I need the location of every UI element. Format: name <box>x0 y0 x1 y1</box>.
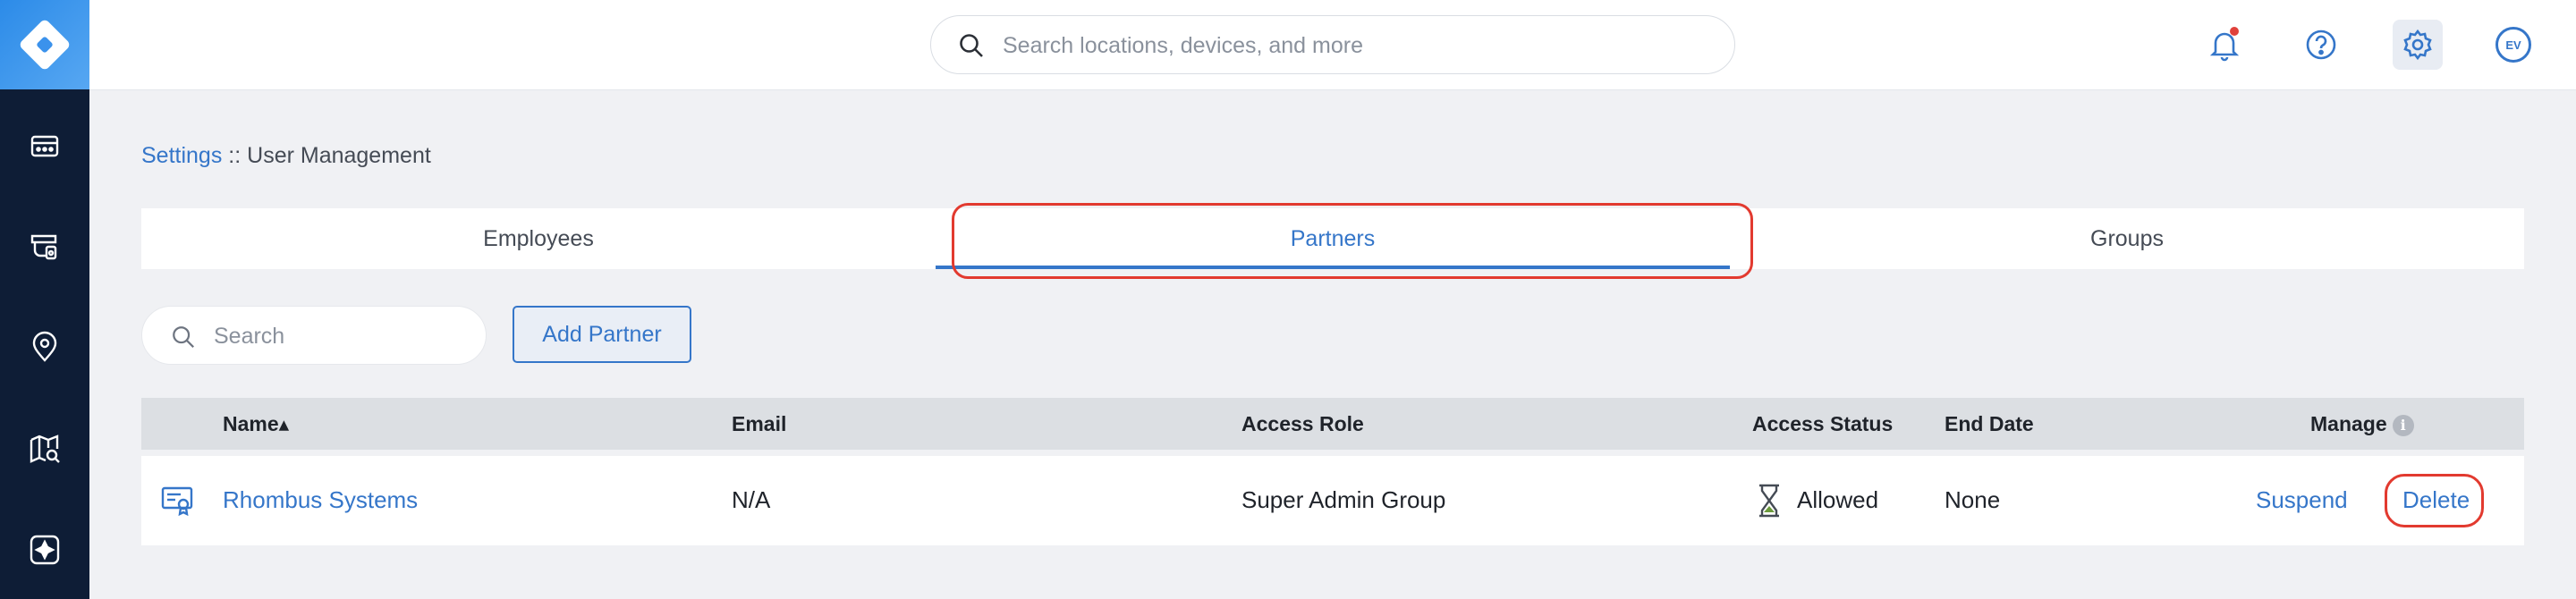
partner-search[interactable] <box>141 306 487 365</box>
column-header-access-status: Access Status <box>1752 412 1894 435</box>
sidebar-item-maps[interactable] <box>0 404 89 494</box>
help-button[interactable] <box>2296 20 2346 70</box>
camera-icon <box>30 234 57 260</box>
location-pin-icon <box>32 331 57 362</box>
sidebar <box>0 0 89 599</box>
column-header-email: Email <box>732 412 787 435</box>
rhombus-logo[interactable] <box>0 0 89 89</box>
hourglass-icon <box>1759 484 1779 518</box>
map-search-icon <box>30 434 60 463</box>
user-avatar[interactable]: EV <box>2496 27 2531 63</box>
delete-button[interactable]: Delete <box>2402 486 2470 514</box>
sidebar-item-locations[interactable] <box>0 303 89 392</box>
column-header-manage: Manage i <box>2310 412 2414 436</box>
tab-groups[interactable]: Groups <box>1730 208 2524 269</box>
logo-diamond-icon <box>18 18 72 72</box>
table-header: Name▴ Email Access Role Access Status En… <box>141 398 2524 450</box>
settings-button[interactable] <box>2393 20 2443 70</box>
sidebar-item-integrations[interactable] <box>0 505 89 595</box>
info-icon[interactable]: i <box>2392 414 2414 436</box>
breadcrumb-current: User Management <box>247 143 431 168</box>
user-management-tabs: Employees Partners Groups <box>141 208 2524 269</box>
devices-icon <box>30 135 59 157</box>
notification-dot <box>2230 27 2239 36</box>
column-header-access-role: Access Role <box>1241 412 1364 435</box>
global-search-input[interactable] <box>1003 29 1700 63</box>
search-icon <box>960 34 983 57</box>
partner-certificate-icon <box>161 486 193 517</box>
partner-search-input[interactable] <box>214 319 464 353</box>
suspend-button[interactable]: Suspend <box>2256 486 2348 514</box>
breadcrumb-separator: :: <box>222 143 248 168</box>
breadcrumb-settings-link[interactable]: Settings <box>141 143 222 168</box>
top-bar: EV <box>89 0 2576 90</box>
integrations-icon <box>30 535 60 565</box>
notifications-button[interactable] <box>2199 20 2250 70</box>
global-search[interactable] <box>930 15 1735 74</box>
search-icon <box>173 326 194 348</box>
column-header-name[interactable]: Name▴ <box>223 412 289 436</box>
partner-access-role: Super Admin Group <box>1241 486 1446 513</box>
table-row: Rhombus Systems N/A Super Admin Group Al… <box>141 456 2524 545</box>
partner-name-link[interactable]: Rhombus Systems <box>223 486 418 514</box>
tab-partners[interactable]: Partners <box>936 208 1730 269</box>
sidebar-item-devices[interactable] <box>0 101 89 190</box>
tab-employees[interactable]: Employees <box>141 208 936 269</box>
sidebar-item-cameras[interactable] <box>0 202 89 291</box>
help-icon <box>2306 30 2336 60</box>
manage-label: Manage <box>2310 412 2387 435</box>
column-header-end-date: End Date <box>1945 412 2034 435</box>
partner-end-date: None <box>1945 486 2001 513</box>
partner-email: N/A <box>732 486 771 513</box>
breadcrumb: Settings :: User Management <box>141 143 431 169</box>
gear-icon <box>2403 29 2432 61</box>
partner-access-status: Allowed <box>1797 486 1879 513</box>
add-partner-button[interactable]: Add Partner <box>513 306 691 363</box>
